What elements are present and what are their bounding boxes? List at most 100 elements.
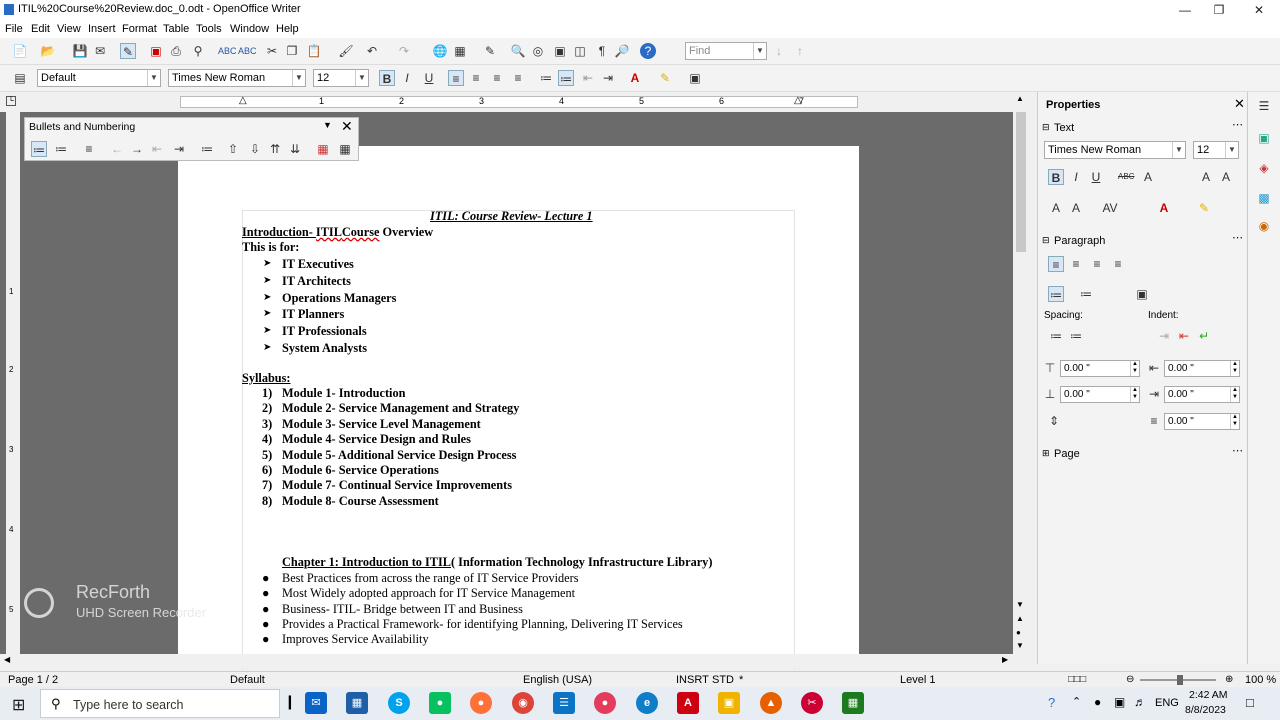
- find-previous-icon[interactable]: ↑: [792, 43, 808, 59]
- next-page-icon[interactable]: ▼: [1016, 641, 1024, 650]
- hyperlink-icon[interactable]: 🌐: [432, 43, 448, 59]
- wechat-icon[interactable]: ●: [429, 692, 451, 714]
- more-options-icon[interactable]: ⋯: [1232, 118, 1243, 131]
- menu-table[interactable]: Table: [163, 23, 189, 35]
- sidebar-italic-icon[interactable]: I: [1068, 169, 1084, 185]
- line-spacing-icon[interactable]: ⇕: [1046, 413, 1062, 429]
- numbering-icon[interactable]: ≔: [538, 70, 554, 86]
- sidebar-menu-icon[interactable]: ☰: [1256, 98, 1272, 114]
- expand-icon[interactable]: ⊞: [1042, 448, 1050, 459]
- save-icon[interactable]: 💾: [72, 43, 88, 59]
- edge-icon[interactable]: e: [636, 692, 658, 714]
- microphone-icon[interactable]: ●: [1094, 695, 1101, 709]
- highlight-icon[interactable]: ✎: [657, 70, 673, 86]
- bullets-numbering-toolbar[interactable]: Bullets and Numbering ▼ ✕ ≔ ≔ ≡ ← → ⇤ ⇥ …: [24, 117, 359, 161]
- menu-view[interactable]: View: [57, 23, 81, 35]
- after-indent-input[interactable]: 0.00 " ▲ ▼: [1164, 386, 1240, 403]
- clock-date[interactable]: 8/8/2023: [1185, 704, 1226, 716]
- cut-icon[interactable]: ✂: [264, 43, 280, 59]
- chevron-down-icon[interactable]: ▼: [753, 43, 766, 59]
- spinner-icon[interactable]: ▲ ▼: [1230, 387, 1239, 402]
- menu-window[interactable]: Window: [230, 23, 269, 35]
- page-section-title[interactable]: Page: [1054, 448, 1080, 460]
- zoom-icon[interactable]: 🔎: [614, 43, 630, 59]
- paragraph-section-title[interactable]: Paragraph: [1054, 235, 1105, 247]
- move-up-subpoints-icon[interactable]: ⇈: [267, 141, 283, 157]
- show-draw-functions-icon[interactable]: ✎: [482, 43, 498, 59]
- align-left-icon[interactable]: ≡: [448, 70, 464, 86]
- sidebar-align-left-icon[interactable]: ≡: [1048, 256, 1064, 272]
- numbering-off-icon[interactable]: ≔: [53, 141, 69, 157]
- menu-insert[interactable]: Insert: [88, 23, 116, 35]
- before-indent-input[interactable]: 0.00 " ▲ ▼: [1164, 360, 1240, 377]
- styles-formatting-icon[interactable]: ▤: [12, 70, 28, 86]
- horizontal-ruler[interactable]: △ 1 2 3 4 5 6 7 △: [180, 95, 858, 108]
- menu-file[interactable]: File: [5, 23, 23, 35]
- gallery-icon[interactable]: ▣: [552, 43, 568, 59]
- close-window-icon[interactable]: ✕: [1240, 0, 1278, 20]
- sidebar-size-select[interactable]: 12 ▼: [1193, 141, 1239, 159]
- acrobat-icon[interactable]: A: [677, 692, 699, 714]
- volume-icon[interactable]: ♬: [1134, 695, 1146, 709]
- font-name-select[interactable]: Times New Roman ▼: [168, 69, 306, 87]
- zoom-level[interactable]: 100 %: [1245, 674, 1276, 686]
- network-icon[interactable]: ▣: [1114, 695, 1125, 709]
- background-color-icon[interactable]: ▣: [687, 70, 703, 86]
- windows-start-icon[interactable]: ⊞: [12, 695, 25, 715]
- new-document-icon[interactable]: 📄: [12, 43, 28, 59]
- collapse-icon[interactable]: ⊟: [1042, 122, 1050, 133]
- help-tray-icon[interactable]: ?: [1048, 695, 1055, 710]
- promote-level-icon[interactable]: ⇤: [149, 141, 165, 157]
- minimize-icon[interactable]: —: [1166, 0, 1204, 20]
- find-input[interactable]: Find ▼: [685, 42, 767, 60]
- restore-icon[interactable]: ❐: [1200, 0, 1238, 20]
- decrease-spacing-icon[interactable]: ≔: [1068, 328, 1084, 344]
- bullets-off-icon[interactable]: ≔: [31, 141, 47, 157]
- paragraph-style-select[interactable]: Default ▼: [37, 69, 161, 87]
- store-icon[interactable]: ▦: [346, 692, 368, 714]
- align-center-icon[interactable]: ≡: [468, 70, 484, 86]
- zoom-out-icon[interactable]: ⊖: [1126, 674, 1134, 685]
- restart-numbering-icon[interactable]: ▦: [315, 141, 331, 157]
- styles-deck-icon[interactable]: ◈: [1256, 160, 1272, 176]
- vertical-ruler[interactable]: 1 2 3 4 5: [6, 112, 20, 654]
- close-panel-icon[interactable]: ✕: [341, 118, 353, 135]
- chrome-icon[interactable]: ◉: [512, 692, 534, 714]
- more-options-icon[interactable]: ⋯: [1232, 444, 1243, 457]
- redo-icon[interactable]: ↷: [396, 43, 412, 59]
- selection-mode[interactable]: STD: [712, 674, 734, 686]
- paste-icon[interactable]: 📋: [306, 43, 322, 59]
- find-next-icon[interactable]: ↓: [771, 43, 787, 59]
- demote-level-icon[interactable]: ⇥: [171, 141, 187, 157]
- insert-unnumbered-icon[interactable]: ≔: [199, 141, 215, 157]
- font-size-select[interactable]: 12 ▼: [313, 69, 369, 87]
- close-sidebar-icon[interactable]: ✕: [1234, 96, 1245, 112]
- no-list-icon[interactable]: ≡: [81, 141, 97, 157]
- green-app-icon[interactable]: ▦: [842, 692, 864, 714]
- insert-mode[interactable]: INSRT: [676, 674, 709, 686]
- scroll-up-icon[interactable]: ▲: [1016, 94, 1024, 103]
- increase-font-icon[interactable]: A: [1198, 169, 1214, 185]
- justify-icon[interactable]: ≡: [510, 70, 526, 86]
- export-pdf-icon[interactable]: ▣: [148, 43, 164, 59]
- file-explorer-icon[interactable]: ▣: [718, 692, 740, 714]
- move-down-subpoints-icon[interactable]: ⇊: [287, 141, 303, 157]
- numbering-options-icon[interactable]: ▦: [337, 141, 353, 157]
- chevron-down-icon[interactable]: ▼: [1172, 142, 1185, 158]
- language-indicator[interactable]: ENG: [1155, 697, 1179, 709]
- recorder-app-icon[interactable]: ●: [594, 692, 616, 714]
- right-indent-icon[interactable]: △: [794, 95, 802, 106]
- navigation-icon[interactable]: ●: [1016, 628, 1021, 637]
- left-indent-icon[interactable]: △: [239, 95, 247, 106]
- decrease-font-icon[interactable]: A: [1218, 169, 1234, 185]
- sidebar-justify-icon[interactable]: ≡: [1110, 256, 1126, 272]
- autospellcheck-icon[interactable]: ABC: [238, 43, 257, 59]
- collapse-icon[interactable]: ⊟: [1042, 235, 1050, 246]
- undo-icon[interactable]: ↶: [364, 43, 380, 59]
- above-spacing-input[interactable]: 0.00 " ▲ ▼: [1060, 360, 1140, 377]
- table-icon[interactable]: ▦: [452, 43, 468, 59]
- snipping-tool-icon[interactable]: ✂: [801, 692, 823, 714]
- sidebar-bullets-icon[interactable]: ≔: [1048, 286, 1064, 302]
- page-style[interactable]: Default: [230, 674, 265, 686]
- notifications-icon[interactable]: □: [1246, 695, 1254, 710]
